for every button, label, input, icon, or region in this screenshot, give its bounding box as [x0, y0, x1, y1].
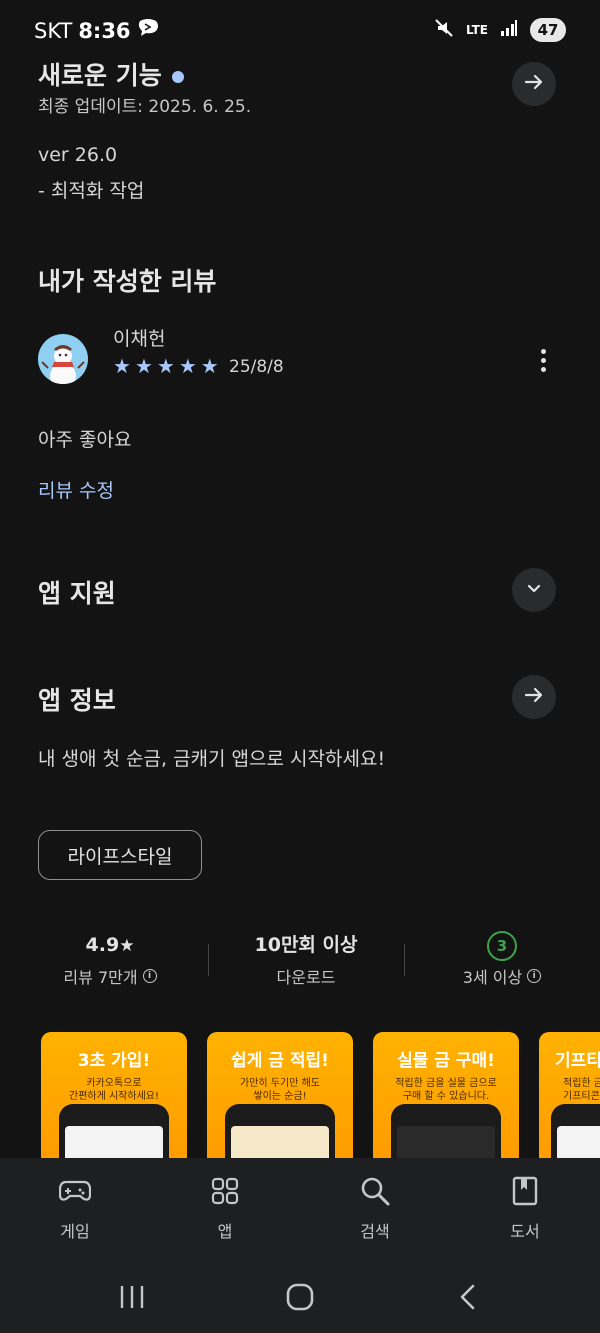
star-icon: ★ [178, 354, 197, 378]
nav-books[interactable]: 도서 [475, 1174, 575, 1242]
whats-new-arrow-button[interactable] [512, 62, 556, 106]
screenshot-2[interactable]: 쉽게 금 적립! 가만히 두기만 해도 쌓이는 순금! [207, 1032, 353, 1172]
system-navigation-bar [0, 1258, 600, 1333]
screenshot-caption: 카카오톡으로 간편하게 시작하세요! [41, 1077, 187, 1103]
screenshot-3[interactable]: 실물 금 구매! 적립한 금을 실물 금으로 구매 할 수 있습니다. [373, 1032, 519, 1172]
search-icon [358, 1174, 392, 1208]
status-right: LTE 47 [434, 18, 566, 42]
category-chip[interactable]: 라이프스타일 [38, 830, 202, 880]
rating-star-icon: ★ [119, 936, 135, 956]
rating-label-row: 리뷰 7만개 i [20, 964, 200, 988]
gamepad-icon [58, 1174, 92, 1208]
version-text: ver 26.0 [38, 144, 118, 166]
screenshot-4[interactable]: 기프티 적립한 금 기프티콘 [539, 1032, 600, 1172]
app-info-arrow-button[interactable] [512, 675, 556, 719]
bottom-navigation: 게임 앱 검색 도서 [0, 1158, 600, 1258]
rating-label: 리뷰 7만개 [63, 968, 138, 987]
whats-new-header[interactable]: 새로운 기능 [38, 56, 184, 92]
screenshot-caption: 적립한 금을 실물 금으로 구매 할 수 있습니다. [373, 1077, 519, 1103]
star-icon: ★ [134, 354, 153, 378]
my-review-title: 내가 작성한 리뷰 [38, 267, 217, 296]
screenshot-caption-line: 간편하게 시작하세요! [69, 1091, 159, 1102]
app-support-expand-button[interactable] [512, 568, 556, 612]
last-updated-text: 최종 업데이트: 2025. 6. 25. [38, 97, 252, 117]
screenshot-caption-line: 적립한 금 [563, 1078, 600, 1089]
book-icon [508, 1174, 542, 1208]
review-text: 아주 좋아요 [38, 429, 132, 451]
arrow-right-icon [523, 684, 545, 710]
nav-apps[interactable]: 앱 [175, 1174, 275, 1242]
reviewer-name: 이채헌 [113, 328, 166, 350]
home-icon[interactable] [280, 1280, 320, 1314]
nav-label: 앱 [217, 1222, 233, 1241]
status-bar: SKT 8:36 LTE 47 [0, 0, 600, 60]
stat-divider [208, 944, 209, 976]
rating-stat[interactable]: 4.9★ 리뷰 7만개 i [20, 930, 200, 988]
new-indicator-dot [171, 71, 184, 83]
screenshot-caption-line: 카카오톡으로 [86, 1078, 142, 1089]
age-label: 3세 이상 [462, 968, 523, 987]
screenshot-caption-line: 쌓이는 순금! [253, 1091, 307, 1102]
mute-icon [434, 18, 454, 42]
screenshot-headline: 쉽게 금 적립! [231, 1051, 329, 1071]
status-left: SKT 8:36 [34, 18, 159, 43]
update-note: - 최적화 작업 [38, 180, 145, 202]
lte-icon: LTE [465, 23, 488, 37]
app-support-title[interactable]: 앱 지원 [38, 574, 116, 610]
screenshot-caption-line: 적립한 금을 실물 금으로 [395, 1078, 497, 1089]
rating-value-row: 4.9★ [20, 930, 200, 960]
review-stars: ★ ★ ★ ★ ★ [113, 354, 219, 378]
nav-label: 게임 [60, 1222, 90, 1241]
stat-divider [404, 944, 405, 976]
screenshot-caption-line: 기프티콘 [563, 1091, 600, 1102]
review-date: 25/8/8 [229, 357, 284, 377]
back-icon[interactable] [448, 1280, 488, 1314]
more-options-icon[interactable] [528, 342, 558, 378]
battery-icon: 47 [530, 18, 566, 42]
info-icon: i [142, 969, 157, 983]
screenshot-headline: 3초 가입! [77, 1051, 151, 1071]
screenshot-1[interactable]: 3초 가입! 카카오톡으로 간편하게 시작하세요! [41, 1032, 187, 1172]
chat-bubble-icon [137, 18, 159, 43]
signal-icon [500, 19, 518, 41]
downloads-label: 다운로드 [276, 968, 336, 987]
star-icon: ★ [156, 354, 175, 378]
screenshot-headline: 기프티 [555, 1051, 600, 1071]
screenshot-caption-line: 가만히 두기만 해도 [240, 1078, 320, 1089]
apps-grid-icon [208, 1174, 242, 1208]
screenshot-headline: 실물 금 구매! [397, 1051, 495, 1071]
chevron-down-icon [524, 578, 544, 602]
app-info-title[interactable]: 앱 정보 [38, 681, 116, 717]
whats-new-title: 새로운 기능 [38, 61, 162, 90]
nav-games[interactable]: 게임 [25, 1174, 125, 1242]
carrier-label: SKT [34, 18, 73, 43]
star-icon: ★ [200, 354, 219, 378]
age-rating-badge-icon: 3 [487, 931, 517, 961]
screenshot-caption: 가만히 두기만 해도 쌓이는 순금! [207, 1077, 353, 1103]
age-rating-stat[interactable]: 3 3세 이상 i [412, 930, 592, 988]
avatar [38, 334, 88, 384]
nav-search[interactable]: 검색 [325, 1174, 425, 1242]
info-icon: i [527, 969, 542, 983]
edit-review-link[interactable]: 리뷰 수정 [38, 476, 114, 503]
screenshot-caption: 적립한 금 기프티콘 [539, 1077, 600, 1103]
screenshot-caption-line: 구매 할 수 있습니다. [402, 1091, 490, 1102]
nav-label: 검색 [360, 1222, 390, 1241]
app-description: 내 생애 첫 순금, 금캐기 앱으로 시작하세요! [38, 748, 386, 770]
clock: 8:36 [78, 18, 131, 43]
age-badge-row: 3 [412, 930, 592, 961]
nav-label: 도서 [510, 1222, 540, 1241]
age-label-row: 3세 이상 i [412, 964, 592, 988]
recent-apps-icon[interactable] [112, 1280, 152, 1314]
arrow-right-icon [523, 71, 545, 97]
downloads-stat: 10만회 이상 다운로드 [216, 930, 396, 988]
downloads-value: 10만회 이상 [254, 934, 358, 956]
rating-value: 4.9 [85, 934, 120, 956]
star-icon: ★ [113, 354, 131, 378]
